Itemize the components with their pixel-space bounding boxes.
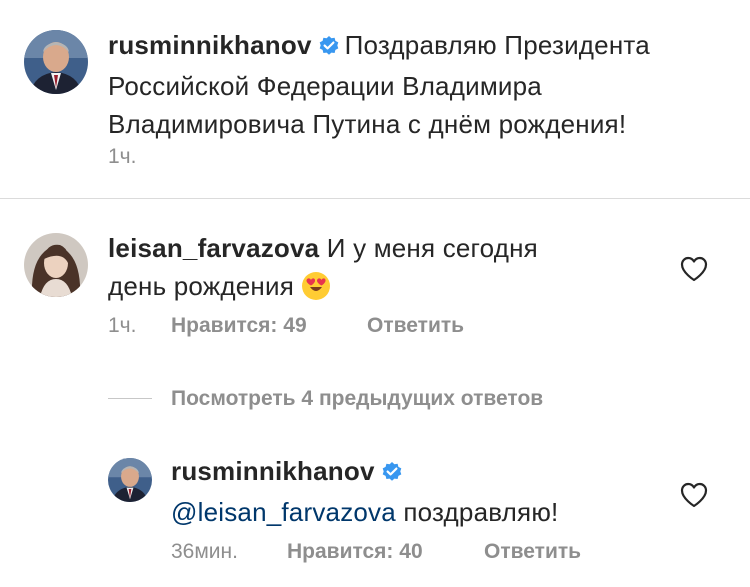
heart-outline-icon xyxy=(680,256,708,286)
comment-likes-count[interactable]: Нравится: 49 xyxy=(171,314,307,338)
commenter-username[interactable]: leisan_farvazova xyxy=(108,233,319,263)
heart-eyes-emoji xyxy=(301,271,331,311)
reply-mention-link[interactable]: @leisan_farvazova xyxy=(171,497,396,527)
post-caption-line-1: Поздравляю Президента xyxy=(344,30,650,60)
reply-likes-count[interactable]: Нравится: 40 xyxy=(287,540,423,564)
verified-badge-icon xyxy=(318,29,340,67)
comment-line-2: день рождения xyxy=(108,271,294,301)
reply-body: поздравляю! xyxy=(403,497,559,527)
commenter-avatar[interactable] xyxy=(24,233,88,297)
comment-reply-button[interactable]: Ответить xyxy=(367,314,464,338)
reply-like-button[interactable] xyxy=(680,482,708,508)
comment-timestamp: 1ч. xyxy=(108,314,137,337)
caption-divider xyxy=(0,198,750,199)
heart-outline-icon xyxy=(680,482,708,512)
post-author-username[interactable]: rusminnikhanov xyxy=(108,30,312,60)
reply-author-avatar[interactable] xyxy=(108,458,152,502)
reply-reply-button[interactable]: Ответить xyxy=(484,540,581,564)
reply-author-username[interactable]: rusminnikhanov xyxy=(171,456,375,486)
comment-like-button[interactable] xyxy=(680,256,708,282)
reply-timestamp: 36мин. xyxy=(171,540,238,563)
verified-badge-icon xyxy=(381,455,403,493)
view-previous-replies-button[interactable]: Посмотреть 4 предыдущих ответов xyxy=(171,387,543,411)
post-timestamp: 1ч. xyxy=(108,145,137,168)
comment-line-1: И у меня сегодня xyxy=(326,233,538,263)
comment-text: leisan_farvazova И у меня сегодня день р… xyxy=(108,229,648,311)
reply-text: rusminnikhanov @leisan_farvazova поздрав… xyxy=(171,452,651,531)
replies-line xyxy=(108,398,152,399)
post-author-avatar[interactable] xyxy=(24,30,88,94)
post-caption-line-3: Владимировича Путина с днём рождения! xyxy=(108,109,627,139)
post-caption-line-2: Российской Федерации Владимира xyxy=(108,71,542,101)
post-caption: rusminnikhanov Поздравляю Президента Росс… xyxy=(108,26,728,143)
